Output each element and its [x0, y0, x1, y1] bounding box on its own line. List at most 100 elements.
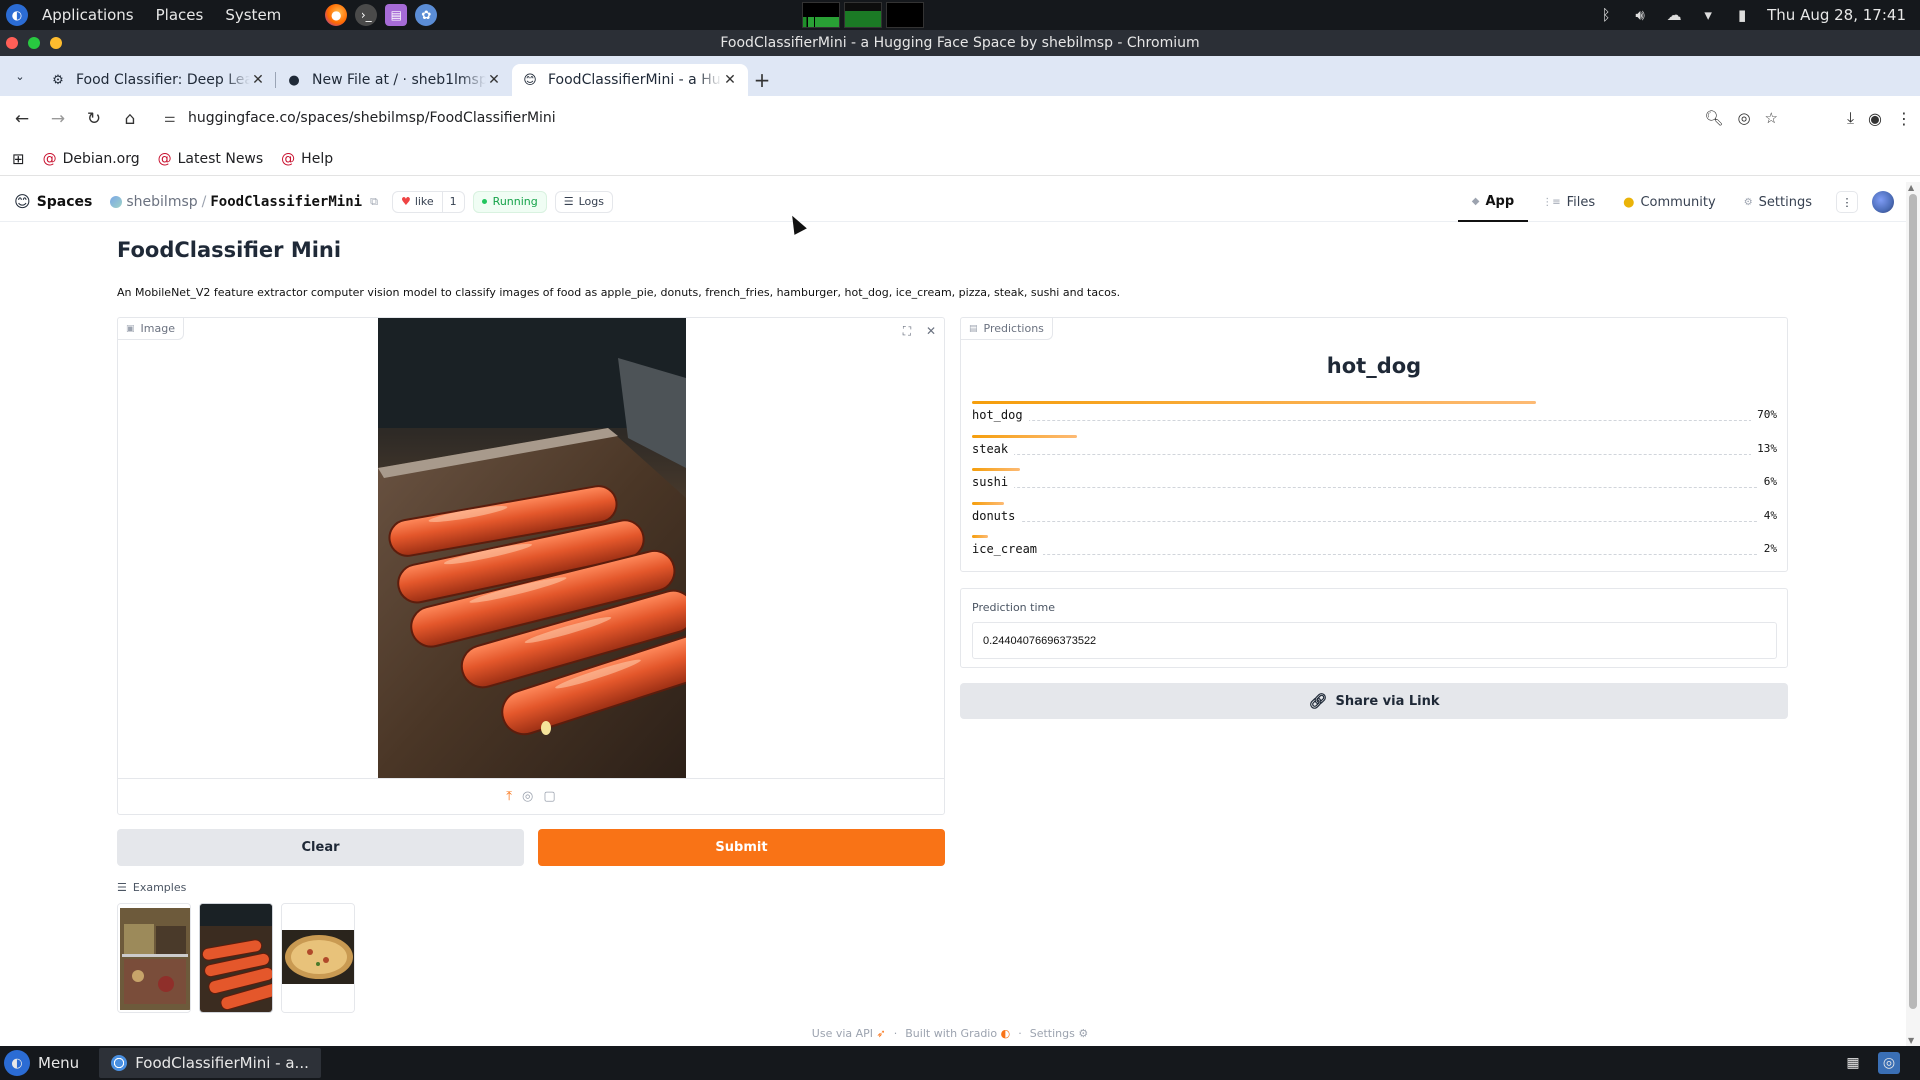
browser-toolbar: ← → ↻ ⌂ ⚌ huggingface.co/spaces/shebilms…: [0, 96, 1920, 142]
bluetooth-icon[interactable]: ᛒ: [1597, 6, 1615, 24]
start-menu-button[interactable]: ◐ Menu: [0, 1050, 93, 1076]
gear-icon: ⚙: [1078, 1027, 1089, 1040]
scrollbar-thumb[interactable]: [1909, 194, 1917, 1009]
os-taskbar: ◐ Menu FoodClassifierMini - a... ▦ ◎: [0, 1046, 1920, 1080]
volume-icon[interactable]: 🔊︎: [1631, 6, 1649, 24]
tab-settings[interactable]: ⚙ Settings: [1730, 182, 1826, 222]
page-scrollbar[interactable]: ▲ ▼: [1906, 182, 1920, 1046]
applications-menu[interactable]: Applications: [34, 6, 142, 24]
system-monitor-applet[interactable]: [802, 2, 924, 28]
show-desktop-icon[interactable]: ▦: [1842, 1052, 1864, 1074]
close-icon[interactable]: ✕: [722, 72, 738, 88]
confidence-list: hot_dog 70% steak 13% sushi 6% donuts 4%…: [972, 401, 1777, 569]
tab-food-classifier[interactable]: ⚙ Food Classifier: Deep Lea ✕: [40, 64, 276, 96]
places-menu[interactable]: Places: [148, 6, 212, 24]
back-button[interactable]: ←: [4, 101, 40, 137]
cloud-icon[interactable]: ☁: [1665, 6, 1683, 24]
apps-grid-icon[interactable]: ⊞: [12, 150, 25, 168]
forward-button[interactable]: →: [40, 101, 76, 137]
example-thumbnail-1[interactable]: [117, 903, 191, 1013]
system-menu[interactable]: System: [217, 6, 289, 24]
class-percentage: 2%: [1757, 542, 1777, 555]
gradio-footer: Use via API ➶ · Built with Gradio ◐ · Se…: [811, 1027, 1089, 1040]
window-close-button[interactable]: [6, 37, 18, 49]
url-text[interactable]: huggingface.co/spaces/shebilmsp/FoodClas…: [188, 110, 556, 126]
scroll-down-icon[interactable]: ▼: [1908, 1036, 1914, 1045]
bookmark-debian[interactable]: @ Debian.org: [43, 151, 140, 167]
tab-foodclassifiermini[interactable]: 😊 FoodClassifierMini - a Hu ✕: [512, 64, 748, 96]
clear-button[interactable]: Clear: [117, 829, 524, 866]
terminal-icon[interactable]: ›_: [355, 4, 378, 26]
window-minimize-button[interactable]: [50, 37, 62, 49]
firefox-icon[interactable]: ●: [325, 4, 348, 26]
bookmark-latest-news[interactable]: @ Latest News: [158, 151, 264, 167]
app-title: FoodClassifier Mini: [117, 238, 342, 262]
image-icon: ▣: [126, 323, 135, 334]
debian-logo-icon[interactable]: ◐: [6, 4, 28, 26]
zoom-icon[interactable]: 🔍︎: [1704, 109, 1723, 127]
clipboard-icon[interactable]: ▢: [543, 789, 555, 804]
owner-link[interactable]: shebilmsp: [110, 194, 198, 210]
bookmark-star-icon[interactable]: ☆: [1765, 109, 1778, 127]
confidence-row[interactable]: ice_cream 2%: [972, 535, 1777, 569]
scroll-up-icon[interactable]: ▲: [1908, 183, 1914, 192]
image-input-panel[interactable]: ▣ Image ⛶ ✕ ⤒ ◎ ▢: [117, 317, 945, 815]
class-label: hot_dog: [972, 408, 1029, 422]
tab-app[interactable]: ◆ App: [1457, 182, 1529, 222]
status-badge[interactable]: Running: [472, 190, 547, 213]
settings-gear-icon[interactable]: ✿: [415, 4, 438, 26]
built-with-gradio-link[interactable]: Built with Gradio ◐: [905, 1027, 1010, 1040]
use-via-api-link[interactable]: Use via API ➶: [812, 1027, 886, 1040]
openai-icon: ⚙: [52, 72, 64, 88]
example-thumbnail-2[interactable]: [199, 903, 273, 1013]
user-avatar[interactable]: [1872, 191, 1894, 213]
download-icon[interactable]: ⤓: [1847, 108, 1854, 128]
huggingface-icon: 😊: [523, 72, 537, 88]
webcam-icon[interactable]: ◎: [522, 789, 533, 804]
tracking-protection-icon[interactable]: ◎: [1737, 109, 1750, 127]
tab-github-new-file[interactable]: ● New File at / · sheb1lmsp ✕: [276, 64, 512, 96]
address-bar[interactable]: ⚌ huggingface.co/spaces/shebilmsp/FoodCl…: [156, 100, 1786, 136]
settings-link[interactable]: Settings ⚙: [1030, 1027, 1089, 1040]
site-info-icon[interactable]: ⚌: [164, 111, 188, 126]
more-options-button[interactable]: ⋮: [1836, 191, 1858, 213]
taskbar-window-button[interactable]: FoodClassifierMini - a...: [99, 1048, 321, 1078]
wifi-icon[interactable]: ▾: [1699, 6, 1717, 24]
like-button[interactable]: ♥ like 1: [391, 190, 465, 213]
reload-button[interactable]: ↻: [76, 101, 112, 137]
tab-files[interactable]: ⋮≡ Files: [1528, 182, 1609, 222]
share-via-link-button[interactable]: 🔗︎ Share via Link: [960, 683, 1788, 719]
window-maximize-button[interactable]: [28, 37, 40, 49]
close-icon[interactable]: ✕: [922, 322, 940, 340]
example-thumbnail-3[interactable]: [281, 903, 355, 1013]
confidence-row[interactable]: sushi 6%: [972, 468, 1777, 502]
logs-button[interactable]: ☰ Logs: [554, 190, 614, 213]
tab-community[interactable]: ● Community: [1609, 182, 1730, 222]
upload-icon[interactable]: ⤒: [506, 789, 512, 804]
text-editor-icon[interactable]: ▤: [385, 4, 408, 26]
copy-icon[interactable]: ⧉: [370, 195, 378, 209]
menu-kebab-icon[interactable]: ⋮: [1896, 109, 1912, 128]
heart-icon: ♥: [400, 195, 411, 208]
fullscreen-icon[interactable]: ⛶: [898, 322, 916, 340]
clock[interactable]: Thu Aug 28, 17:41: [1767, 6, 1906, 24]
close-icon[interactable]: ✕: [486, 72, 502, 88]
tab-search-button[interactable]: ⌄: [8, 64, 32, 88]
app-description: An MobileNet_V2 feature extractor comput…: [117, 286, 1121, 299]
chromium-tray-icon[interactable]: ◎: [1878, 1052, 1900, 1074]
space-name[interactable]: FoodClassifierMini: [210, 194, 362, 210]
files-icon: ⋮≡: [1542, 196, 1561, 208]
spaces-link[interactable]: Spaces: [37, 194, 93, 210]
new-tab-button[interactable]: +: [748, 64, 776, 96]
huggingface-logo-icon[interactable]: 😊: [14, 192, 31, 211]
confidence-row[interactable]: donuts 4%: [972, 501, 1777, 536]
confidence-row[interactable]: steak 13%: [972, 434, 1777, 469]
profile-icon[interactable]: ◉: [1868, 109, 1882, 128]
home-button[interactable]: ⌂: [112, 101, 148, 137]
battery-icon[interactable]: ▮: [1733, 6, 1751, 24]
submit-button[interactable]: Submit: [538, 829, 945, 866]
confidence-row[interactable]: hot_dog 70%: [972, 401, 1777, 435]
prediction-time-field[interactable]: [972, 622, 1777, 659]
bookmark-help[interactable]: @ Help: [281, 151, 333, 167]
close-icon[interactable]: ✕: [250, 72, 266, 88]
